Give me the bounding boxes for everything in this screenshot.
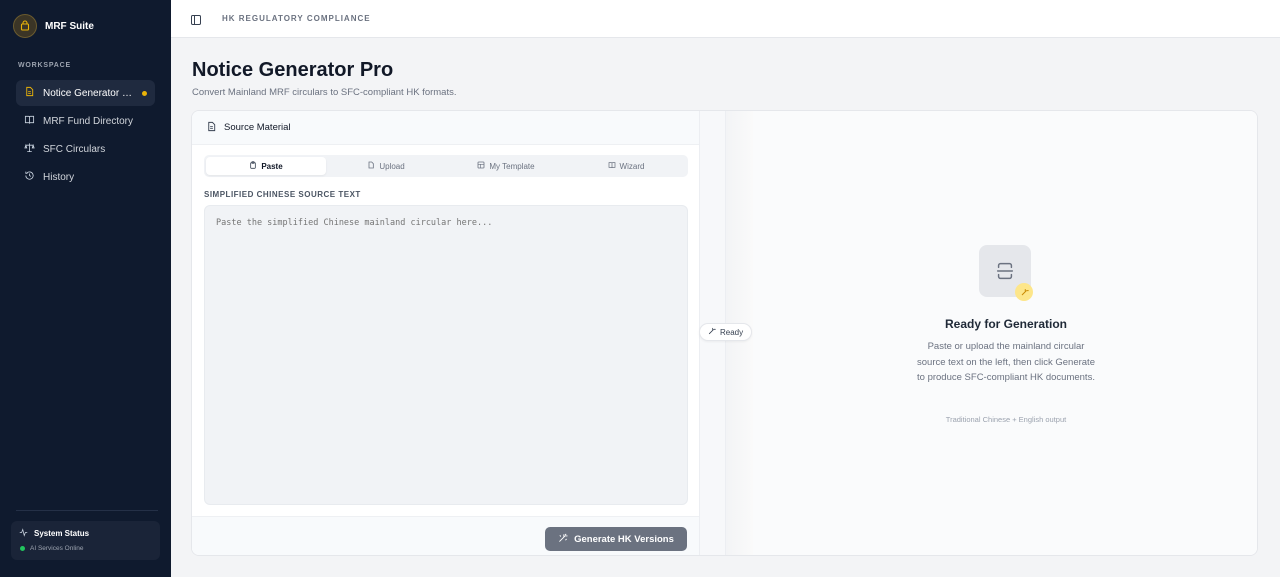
tab-my-template[interactable]: My Template: [446, 157, 566, 175]
brand-name: MRF Suite: [45, 20, 94, 32]
sidebar-section-label: WORKSPACE: [18, 62, 71, 69]
magic-wand-icon: [558, 533, 568, 546]
active-indicator-dot: [142, 91, 147, 96]
system-status-line: AI Services Online: [19, 545, 152, 552]
sidebar-item-fund-directory[interactable]: MRF Fund Directory: [16, 108, 155, 134]
source-tabs: Paste Upload My Template Wizard: [204, 155, 688, 177]
output-format-note: Traditional Chinese + English output: [945, 415, 1067, 424]
sidebar-item-label: History: [43, 171, 75, 183]
sidebar-nav: Notice Generator Pro MRF Fund Directory …: [16, 80, 155, 192]
clipboard-icon: [249, 161, 257, 171]
tab-wizard[interactable]: Wizard: [566, 157, 686, 175]
online-indicator-dot: [20, 546, 25, 551]
file-text-icon: [206, 121, 217, 135]
sparkle-wand-icon: [708, 327, 716, 337]
brand[interactable]: MRF Suite: [13, 14, 94, 38]
page-title: Notice Generator Pro: [192, 59, 394, 81]
source-text-input[interactable]: [204, 205, 688, 505]
sidebar-item-notice-generator[interactable]: Notice Generator Pro: [16, 80, 155, 106]
system-status-card: System Status AI Services Online: [11, 521, 160, 560]
sidebar-item-label: MRF Fund Directory: [43, 115, 134, 127]
tab-upload[interactable]: Upload: [326, 157, 446, 175]
sidebar-item-sfc-circulars[interactable]: SFC Circulars: [16, 136, 155, 162]
sidebar-item-history[interactable]: History: [16, 164, 155, 190]
generator-card: Source Material Paste Upload My Template: [191, 110, 1258, 556]
ready-label: Ready: [720, 327, 744, 337]
sidebar-divider: [16, 510, 158, 511]
sidebar-toggle-button[interactable]: [190, 13, 202, 25]
output-empty-title: Ready for Generation: [944, 317, 1068, 331]
panel-left-icon: [190, 13, 202, 30]
brand-logo-icon: [13, 14, 37, 38]
source-panel-title: Source Material: [224, 122, 291, 133]
output-panel: Ready for Generation Paste or upload the…: [753, 111, 1257, 555]
status-text: AI Services Online: [30, 545, 84, 552]
source-panel-footer: Generate HK Versions: [192, 516, 699, 555]
sidebar: MRF Suite WORKSPACE Notice Generator Pro…: [0, 0, 171, 577]
history-icon: [24, 170, 35, 184]
source-panel: Source Material Paste Upload My Template: [192, 111, 699, 555]
status-title-text: System Status: [34, 529, 90, 538]
sidebar-item-label: Notice Generator Pro: [43, 87, 135, 99]
template-icon: [477, 161, 485, 171]
breadcrumb: HK REGULATORY COMPLIANCE: [222, 14, 371, 23]
generate-button-label: Generate HK Versions: [574, 533, 674, 545]
page-subtitle: Convert Mainland MRF circulars to SFC-co…: [192, 87, 457, 98]
book-open-icon: [608, 161, 616, 171]
sparkle-badge-icon: [1015, 283, 1033, 301]
activity-icon: [19, 528, 28, 539]
tab-label: Paste: [261, 161, 283, 171]
book-icon: [24, 114, 35, 128]
tab-paste[interactable]: Paste: [206, 157, 326, 175]
sidebar-item-label: SFC Circulars: [43, 143, 106, 155]
scale-icon: [24, 142, 35, 156]
ready-status-pill: Ready: [699, 323, 753, 341]
tab-label: My Template: [489, 161, 535, 171]
tab-label: Wizard: [619, 161, 645, 171]
generate-hk-versions-button[interactable]: Generate HK Versions: [545, 527, 687, 551]
system-status-title: System Status: [19, 528, 152, 539]
document-icon: [24, 86, 35, 100]
file-icon: [367, 161, 375, 171]
tab-label: Upload: [379, 161, 405, 171]
output-empty-description: Paste or upload the mainland circular so…: [917, 341, 1095, 383]
source-text-label: SIMPLIFIED CHINESE SOURCE TEXT: [204, 190, 361, 199]
source-panel-header: Source Material: [192, 111, 699, 145]
topbar: HK REGULATORY COMPLIANCE: [171, 0, 1280, 38]
